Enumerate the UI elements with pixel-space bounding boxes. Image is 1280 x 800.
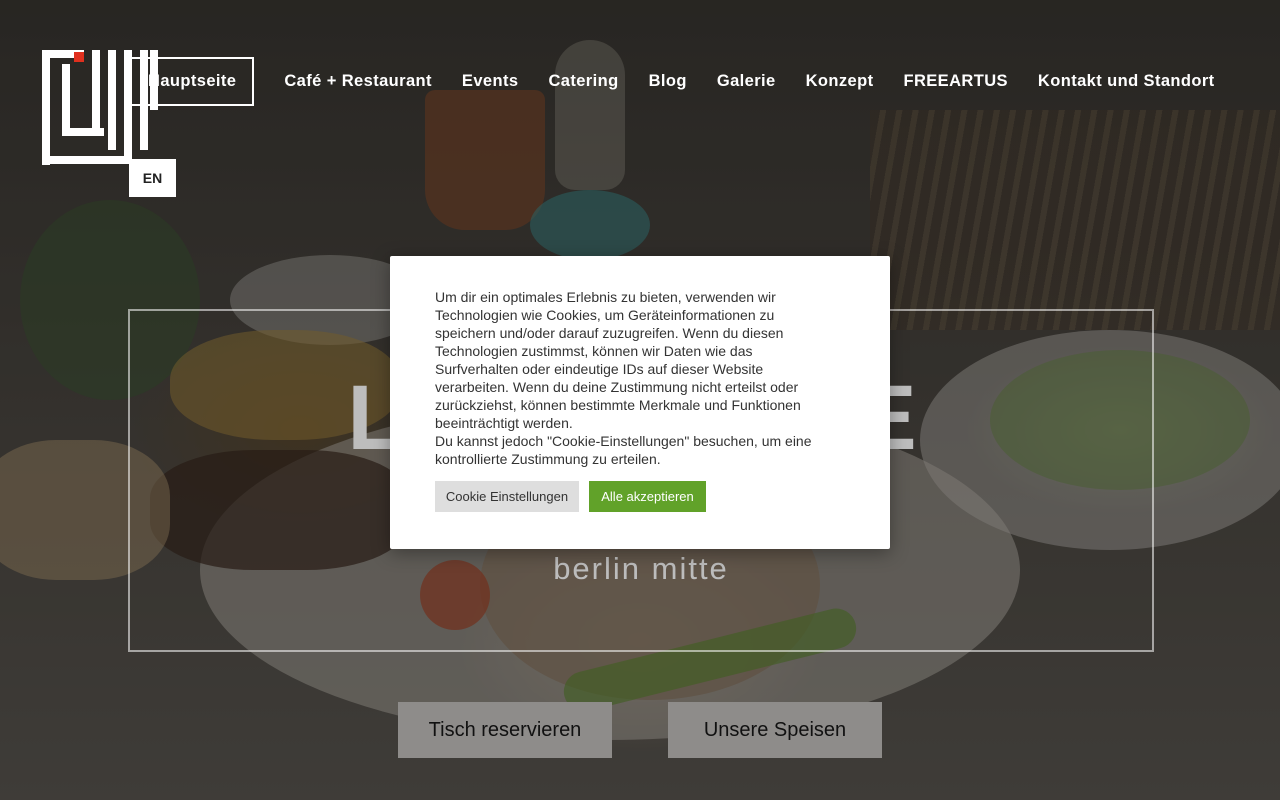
cookie-consent-dialog: Um dir ein optimales Erlebnis zu bieten,… [390, 256, 890, 549]
site-logo[interactable] [42, 50, 158, 165]
language-switch[interactable]: EN [129, 159, 176, 197]
nav-item-cafe-restaurant[interactable]: Café + Restaurant [284, 72, 432, 91]
nav-item-konzept[interactable]: Konzept [806, 72, 874, 91]
cookie-text-paragraph-2: Du kannst jedoch "Cookie-Einstellungen" … [435, 433, 812, 467]
cookie-text-paragraph: Um dir ein optimales Erlebnis zu bieten,… [435, 289, 801, 431]
reserve-table-button[interactable]: Tisch reservieren [398, 702, 612, 758]
hero-subtitle: berlin mitte [553, 551, 729, 586]
cookie-consent-text: Um dir ein optimales Erlebnis zu bieten,… [435, 288, 835, 468]
nav-item-kontakt[interactable]: Kontakt und Standort [1038, 72, 1215, 91]
nav-item-events[interactable]: Events [462, 72, 519, 91]
logo-accent [74, 52, 84, 62]
cookie-settings-button[interactable]: Cookie Einstellungen [435, 481, 579, 512]
menu-button[interactable]: Unsere Speisen [668, 702, 882, 758]
nav-item-blog[interactable]: Blog [649, 72, 687, 91]
nav-item-catering[interactable]: Catering [548, 72, 618, 91]
accept-all-button[interactable]: Alle akzeptieren [589, 481, 706, 512]
nav-item-galerie[interactable]: Galerie [717, 72, 776, 91]
nav-item-freeartus[interactable]: FREEARTUS [903, 72, 1007, 91]
main-navigation: Hauptseite Café + Restaurant Events Cate… [130, 56, 1245, 106]
